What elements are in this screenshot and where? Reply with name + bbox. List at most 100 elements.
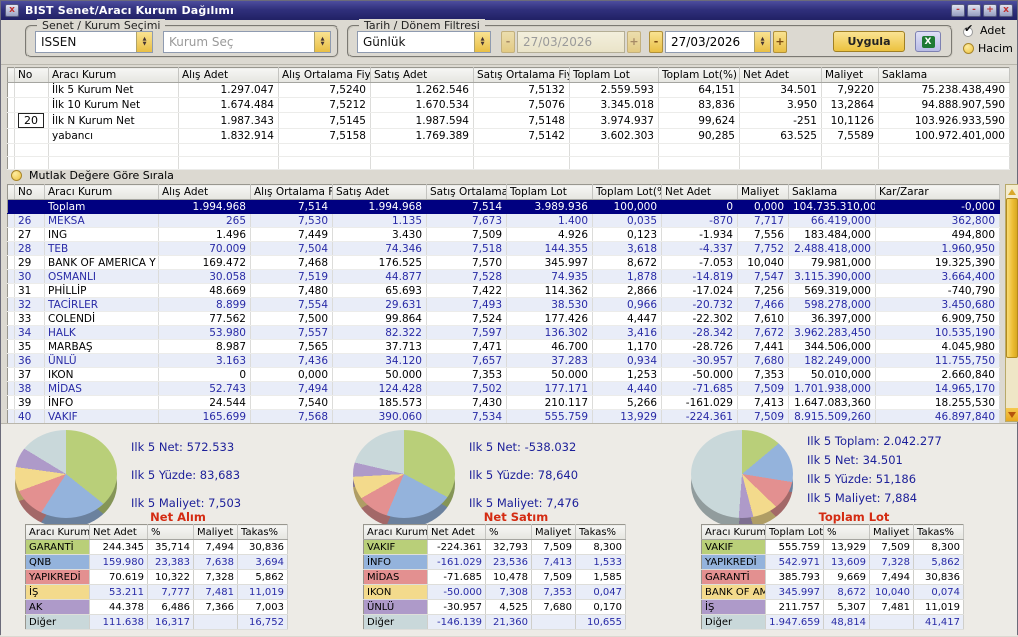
column-header[interactable]: Satış Adet [332, 184, 427, 200]
spinner-icon[interactable]: ▲ ▼ [136, 32, 152, 52]
column-header[interactable]: Saklama [878, 67, 1010, 83]
column-header[interactable]: Maliyet [821, 67, 879, 83]
date-from-field[interactable]: 27/03/2026 [517, 31, 625, 53]
table-row[interactable]: İlk 5 Kurum Net 1.297.047 7,5240 1.262.546 7… [7, 82, 1010, 98]
value-cell: 46.700 [506, 339, 593, 354]
table-row[interactable]: 26 MEKSA 265 7,530 1.135 7,673 1.400 0,035 -870 7… [7, 213, 1000, 228]
column-header[interactable]: Kar/Zarar [875, 184, 1000, 200]
table-row[interactable]: 38 MİDAS 52.743 7,494 124.428 7,502 177.171 4,4… [7, 381, 1000, 396]
scroll-down-icon[interactable] [1006, 408, 1018, 421]
column-header[interactable]: No [14, 184, 45, 200]
column-header[interactable]: Alış Ortalama Fiy [250, 184, 333, 200]
date-from-increment-button[interactable]: + [627, 31, 641, 53]
date-to-field[interactable]: 27/03/2026 ▲ ▼ [665, 31, 771, 53]
column-header[interactable]: Alış Adet [178, 67, 279, 83]
adet-radio[interactable]: ✔ Adet [963, 22, 1005, 37]
apply-button[interactable]: Uygula [833, 31, 905, 52]
pie-label: Net Alım [150, 510, 206, 524]
column-header[interactable]: Toplam Lot(%) [658, 67, 740, 83]
table-row[interactable]: yabancı 1.832.914 7,5158 1.769.389 7,5142 3.6… [7, 128, 1010, 144]
table-row[interactable]: 32 TACİRLER 8.899 7,554 29.631 7,493 38.530 0,9… [7, 297, 1000, 312]
value-cell: 542.971 [765, 554, 824, 570]
table-row[interactable]: QNB 159.980 23,383 7,638 3,694 [25, 554, 288, 570]
close-icon[interactable]: x [5, 4, 19, 17]
table-row[interactable]: 27 ING 1.496 7,449 3.430 7,509 4.926 0,123 -1.93… [7, 227, 1000, 242]
summary-header-row: NoAracı KurumAlış AdetAlış Ortalama Fiya… [7, 67, 1010, 83]
table-row[interactable]: Diğer -146.139 21,360 10,655 [363, 614, 626, 630]
column-header[interactable]: Aracı Kurum [44, 184, 159, 200]
table-row[interactable]: 33 COLENDİ 77.562 7,500 99.864 7,524 177.426 4,… [7, 311, 1000, 326]
mini-header-row: Aracı Kurum Net Adet% Maliyet Takas% [25, 524, 288, 540]
table-row[interactable]: 39 İNFO 24.544 7,540 185.573 7,430 210.117 5,26… [7, 395, 1000, 410]
table-row[interactable]: 20 İlk N Kurum Net 1.987.343 7,5145 1.987.59… [7, 112, 1010, 129]
spinner-icon[interactable]: ▲ ▼ [754, 32, 770, 52]
minimize-icon[interactable]: - [951, 4, 965, 17]
table-row[interactable]: İlk 10 Kurum Net 1.674.484 7,5212 1.670.534… [7, 97, 1010, 113]
table-row[interactable]: 29 BANK OF AMERICA Y 169.472 7,468 176.525 7,… [7, 255, 1000, 270]
value-cell: 74.346 [332, 241, 427, 256]
column-header[interactable]: Toplam Lot(% [592, 184, 662, 200]
table-row[interactable]: 34 HALK 53.980 7,557 82.322 7,597 136.302 3,416… [7, 325, 1000, 340]
column-header[interactable]: No [14, 67, 49, 83]
table-row[interactable]: GARANTİ 385.793 9,669 7,494 30,836 [701, 569, 964, 585]
column-header[interactable]: Maliyet [737, 184, 789, 200]
column-header[interactable]: Satış Ortalama Fi [426, 184, 507, 200]
table-row[interactable]: 35 MARBAŞ 8.987 7,565 37.713 7,471 46.700 1,170… [7, 339, 1000, 354]
table-row[interactable]: 31 PHİLLİP 48.669 7,480 65.693 7,422 114.362 2,… [7, 283, 1000, 298]
table-row[interactable]: Toplam 1.994.968 7,514 1.994.968 7,514 3.989.… [7, 199, 1000, 214]
table-row[interactable]: 28 TEB 70.009 7,504 74.346 7,518 144.355 3,618-… [7, 241, 1000, 256]
date-to-increment-button[interactable]: + [773, 31, 787, 53]
restore-icon[interactable]: - [967, 4, 981, 17]
kurum-select[interactable]: Kurum Seç ▲ ▼ [163, 31, 331, 53]
column-header[interactable]: Aracı Kurum [48, 67, 179, 83]
table-row[interactable]: YAPIKREDİ 542.971 13,609 7,328 5,862 [701, 554, 964, 570]
column-header[interactable]: Toplam Lot [506, 184, 593, 200]
table-row[interactable]: IKON -50.000 7,308 7,353 0,047 [363, 584, 626, 600]
spinner-icon[interactable]: ▲ ▼ [474, 32, 490, 52]
table-row[interactable]: 30 OSMANLI 30.058 7,519 44.877 7,528 74.935 1,8… [7, 269, 1000, 284]
table-row[interactable]: AK 44.378 6,486 7,366 7,003 [25, 599, 288, 615]
scroll-up-icon[interactable] [1006, 185, 1018, 198]
vertical-scrollbar[interactable] [1005, 184, 1018, 422]
column-header[interactable]: Toplam Lot [569, 67, 659, 83]
table-row[interactable]: 40 VAKIF 165.699 7,568 390.060 7,534 555.759 13… [7, 409, 1000, 424]
table-row[interactable]: İNFO -161.029 23,536 7,413 1,533 [363, 554, 626, 570]
maximize-icon[interactable]: + [983, 4, 997, 17]
excel-export-button[interactable]: X [915, 31, 941, 52]
table-row[interactable]: 37 IKON 0 0,000 50.000 7,353 50.000 1,253 -50.00… [7, 367, 1000, 382]
table-row[interactable]: VAKIF 555.759 13,929 7,509 8,300 [701, 539, 964, 555]
senet-kurum-groupbox: Senet / Kurum Seçimi ISSEN ▲ ▼ Kurum Seç … [25, 19, 339, 58]
table-row[interactable]: Diğer 1.947.659 48,814 41,417 [701, 614, 964, 630]
value-cell: 265 [158, 213, 251, 228]
table-row[interactable]: İŞ 211.757 5,307 7,481 11,019 [701, 599, 964, 615]
column-header[interactable]: Saklama [788, 184, 876, 200]
table-row[interactable]: BANK OF AME345.9978,67210,0400,074 [701, 584, 964, 600]
column-header[interactable]: Net Adet [739, 67, 822, 83]
table-row[interactable]: VAKIF -224.361 32,793 7,509 8,300 [363, 539, 626, 555]
spinner-icon[interactable]: ▲ ▼ [314, 32, 330, 52]
table-row[interactable]: İŞ 53.211 7,777 7,481 11,019 [25, 584, 288, 600]
close-window-icon[interactable]: x [999, 4, 1013, 17]
senet-select[interactable]: ISSEN ▲ ▼ [35, 31, 153, 53]
date-from-decrement-button[interactable]: - [501, 31, 515, 53]
n-count-input[interactable]: 20 [18, 113, 44, 128]
date-to-decrement-button[interactable]: - [649, 31, 663, 53]
kurum-name-cell: QNB [25, 554, 90, 570]
table-row[interactable]: GARANTİ 244.345 35,714 7,494 30,836 [25, 539, 288, 555]
column-header[interactable]: Satış Adet [370, 67, 474, 83]
table-row[interactable]: 36 ÜNLÜ 3.163 7,436 34.120 7,657 37.283 0,934 -3… [7, 353, 1000, 368]
period-select[interactable]: Günlük ▲ ▼ [357, 31, 491, 53]
table-row[interactable]: YAPIKREDİ 70.619 10,322 7,328 5,862 [25, 569, 288, 585]
sort-toggle[interactable]: Mutlak Değere Göre Sırala [11, 167, 174, 183]
hacim-radio[interactable]: Hacim [963, 42, 1013, 55]
scrollbar-thumb[interactable] [1006, 198, 1018, 358]
table-row[interactable]: Diğer 111.638 16,317 16,752 [25, 614, 288, 630]
table-row[interactable]: ÜNLÜ -30.957 4,525 7,680 0,170 [363, 599, 626, 615]
table-row[interactable]: MİDAS -71.685 10,478 7,509 1,585 [363, 569, 626, 585]
column-header[interactable]: Satış Ortalama Fiyat [473, 67, 570, 83]
column-header[interactable]: Net Adet [661, 184, 738, 200]
row-gutter [7, 395, 15, 410]
column-header[interactable]: Alış Ortalama Fiyat [278, 67, 371, 83]
column-header[interactable]: Alış Adet [158, 184, 251, 200]
value-cell: 21,360 [485, 614, 532, 630]
